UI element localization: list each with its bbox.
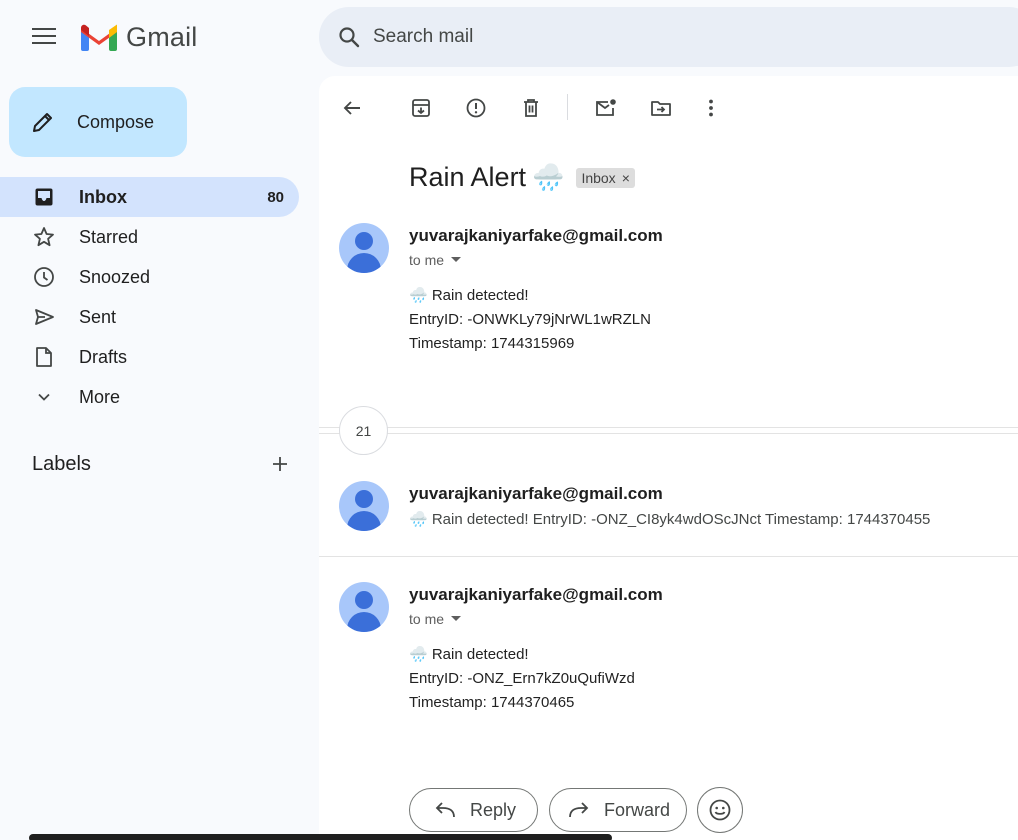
gmail-logo[interactable]: Gmail: [80, 22, 198, 53]
sidebar-item-label: Snoozed: [79, 266, 151, 287]
app-name: Gmail: [126, 22, 198, 52]
pencil-icon: [33, 113, 52, 132]
toolbar-divider: [567, 94, 568, 120]
mark-unread-icon: [596, 99, 616, 116]
message-body-line: EntryID: -ONWKLy79jNrWL1wRZLN: [409, 311, 651, 328]
menu-bar: [32, 42, 56, 44]
sidebar-item-label: Starred: [79, 226, 139, 247]
add-label-icon[interactable]: [268, 452, 292, 476]
more-options-button[interactable]: [698, 95, 724, 121]
sidebar-nav: Inbox 80 Starred Snoozed Sent Drafts Mor…: [0, 177, 300, 417]
avatar-body: [347, 253, 381, 273]
trash-icon: [524, 99, 538, 117]
recipient-label: to me: [409, 611, 445, 627]
forward-icon: [569, 802, 589, 818]
message-view: Rain Alert 🌧️ Inbox × yuvarajkaniyarfake…: [319, 76, 1018, 840]
message-body-line: Timestamp: 1744370465: [409, 694, 575, 711]
draft-icon: [33, 346, 55, 368]
thread-subject: Rain Alert 🌧️ Inbox ×: [409, 162, 635, 193]
report-icon: [466, 98, 486, 118]
message-body-line: 🌧️ Rain detected!: [409, 646, 529, 663]
labels-title: Labels: [32, 452, 91, 475]
chevron-down-icon: [33, 386, 55, 408]
message-snippet[interactable]: 🌧️ Rain detected! EntryID: -ONZ_CI8yk4wd…: [409, 510, 930, 528]
search-input[interactable]: [373, 26, 873, 48]
gmail-m-icon: [81, 24, 117, 51]
collapsed-divider: [319, 433, 1018, 434]
sidebar-item-snoozed[interactable]: Snoozed: [0, 257, 299, 297]
recipient-details[interactable]: to me: [409, 252, 462, 268]
avatar-body: [347, 511, 381, 531]
forward-button[interactable]: Forward: [549, 788, 687, 832]
clock-icon: [33, 266, 55, 288]
archive-button[interactable]: [408, 95, 434, 121]
mark-unread-button[interactable]: [593, 95, 619, 121]
sidebar-item-label: Drafts: [79, 346, 128, 367]
delete-button[interactable]: [518, 95, 544, 121]
rain-cloud-icon: 🌧️: [532, 162, 565, 192]
emoji-reaction-button[interactable]: [697, 787, 743, 833]
star-icon: [33, 226, 55, 248]
avatar-head: [355, 490, 373, 508]
arrow-back-icon: [343, 101, 360, 115]
sidebar-item-sent[interactable]: Sent: [0, 297, 299, 337]
smiley-icon: [709, 799, 731, 821]
message-toolbar: [319, 76, 1018, 140]
menu-bar: [32, 35, 56, 37]
compose-label: Compose: [77, 111, 155, 132]
sender-email[interactable]: yuvarajkaniyarfake@gmail.com: [409, 226, 663, 246]
sender-email[interactable]: yuvarajkaniyarfake@gmail.com: [409, 585, 663, 605]
message-body-line: Timestamp: 1744315969: [409, 335, 575, 352]
reply-label: Reply: [470, 799, 517, 820]
reply-button[interactable]: Reply: [409, 788, 538, 832]
remove-label-icon[interactable]: ×: [622, 170, 630, 186]
sender-email[interactable]: yuvarajkaniyarfake@gmail.com: [409, 484, 663, 504]
collapsed-divider: [319, 427, 1018, 428]
avatar[interactable]: [339, 223, 389, 273]
collapsed-messages-count[interactable]: 21: [339, 406, 388, 455]
move-to-button[interactable]: [648, 95, 674, 121]
forward-label: Forward: [604, 799, 671, 820]
sidebar-item-label: Inbox: [79, 186, 127, 207]
chip-label: Inbox: [581, 169, 616, 186]
back-button[interactable]: [339, 95, 365, 121]
sidebar-item-inbox[interactable]: Inbox 80: [0, 177, 299, 217]
unread-count: 80: [267, 188, 284, 206]
avatar[interactable]: [339, 481, 389, 531]
message-body-line: 🌧️ Rain detected!: [409, 287, 529, 304]
caret-down-icon: [451, 616, 462, 621]
recipient-details[interactable]: to me: [409, 611, 462, 627]
avatar-body: [347, 612, 381, 632]
recipient-label: to me: [409, 252, 445, 268]
labels-header: Labels: [32, 452, 292, 476]
compose-button[interactable]: Compose: [9, 87, 187, 157]
inbox-icon: [33, 186, 55, 208]
menu-bar: [32, 28, 56, 30]
move-to-folder-icon: [651, 101, 671, 116]
sidebar-item-starred[interactable]: Starred: [0, 217, 299, 257]
reply-icon: [435, 802, 455, 818]
main-menu-button[interactable]: [32, 28, 56, 48]
sidebar-item-drafts[interactable]: Drafts: [0, 337, 299, 377]
subject-text: Rain Alert: [409, 162, 527, 192]
inbox-label-chip: Inbox ×: [576, 167, 635, 188]
search-icon[interactable]: [337, 25, 361, 49]
horizontal-scrollbar[interactable]: [29, 834, 612, 840]
report-spam-button[interactable]: [463, 95, 489, 121]
avatar-head: [355, 591, 373, 609]
sidebar-item-label: Sent: [79, 306, 117, 327]
search-bar[interactable]: [319, 7, 1018, 67]
sidebar-item-more[interactable]: More: [0, 377, 299, 417]
caret-down-icon: [451, 257, 462, 262]
message-body-line: EntryID: -ONZ_Ern7kZ0uQufiWzd: [409, 670, 635, 687]
sidebar-item-label: More: [79, 386, 121, 407]
message-divider: [319, 556, 1018, 557]
avatar[interactable]: [339, 582, 389, 632]
avatar-head: [355, 232, 373, 250]
archive-icon: [412, 99, 430, 117]
more-vert-icon: [709, 99, 713, 117]
send-icon: [33, 306, 55, 328]
